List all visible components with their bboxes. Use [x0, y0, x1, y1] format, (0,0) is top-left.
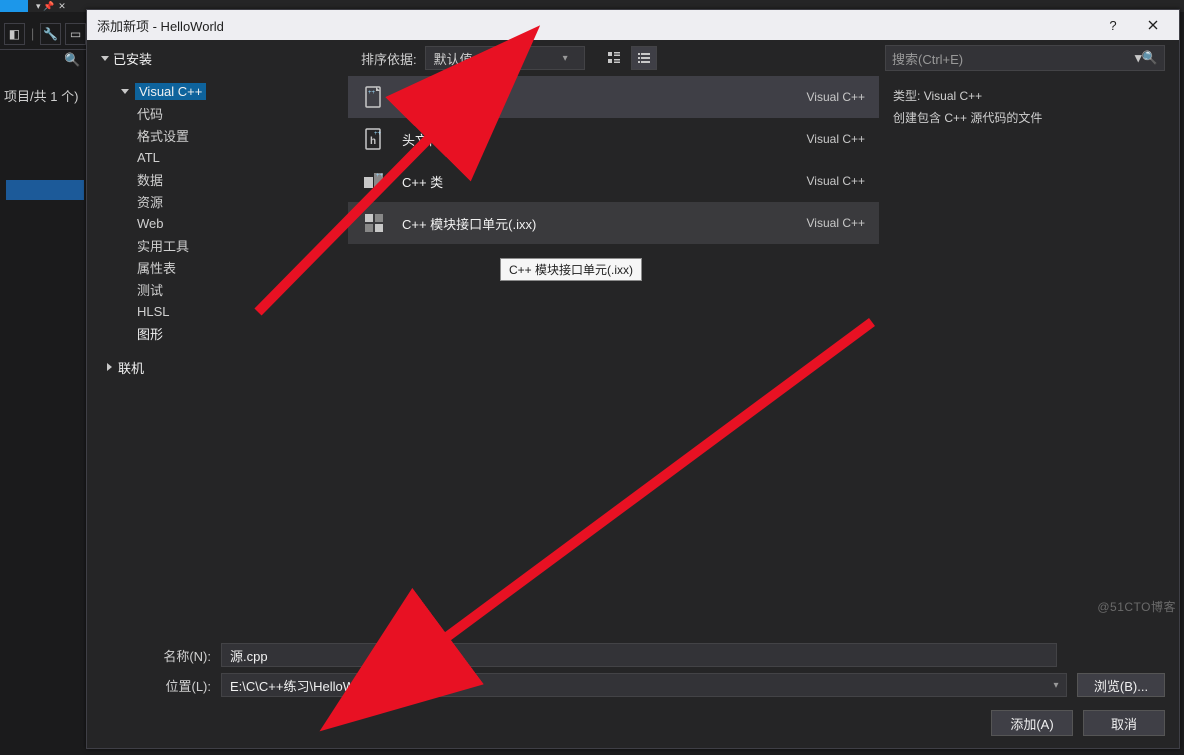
tree-child-9[interactable]: HLSL: [101, 300, 347, 322]
template-module-interface[interactable]: C++ 模块接口单元(.ixx) Visual C++: [348, 202, 879, 244]
template-lang: Visual C++: [807, 174, 865, 188]
cpp-file-icon: ++: [360, 83, 388, 111]
tree-child-3[interactable]: 数据: [101, 168, 347, 190]
tree-child-1[interactable]: 格式设置: [101, 124, 347, 146]
template-lang: Visual C++: [807, 90, 865, 104]
add-new-item-dialog: 添加新项 - HelloWorld ? 已安装 排序依据: 默认值 ▾: [86, 9, 1180, 749]
template-lang: Visual C++: [807, 132, 865, 146]
location-combo[interactable]: ▾: [221, 673, 1067, 697]
category-tree[interactable]: Visual C++ 代码 格式设置 ATL 数据 资源 Web 实用工具 属性…: [87, 76, 347, 632]
ide-active-tab[interactable]: [0, 0, 28, 12]
add-button[interactable]: 添加(A): [991, 710, 1073, 736]
sort-combo[interactable]: 默认值 ▾: [425, 46, 585, 70]
search-icon: 🔎▾: [1135, 50, 1158, 66]
search-placeholder: 搜索(Ctrl+E): [892, 49, 963, 68]
tool-minus-icon[interactable]: ▭: [65, 23, 86, 45]
tree-child-0[interactable]: 代码: [101, 102, 347, 124]
pin-icon[interactable]: ▾ 📌: [36, 0, 54, 12]
tree-graphics-label: 图形: [137, 324, 163, 343]
list-icon: [637, 51, 651, 65]
svg-text:++: ++: [368, 90, 376, 96]
ide-selection-stripe: [6, 180, 84, 200]
name-label: 名称(N):: [101, 646, 211, 665]
dialog-titlebar[interactable]: 添加新项 - HelloWorld ?: [87, 10, 1179, 40]
tree-visual-cpp[interactable]: Visual C++: [101, 80, 347, 102]
caret-down-icon: [121, 89, 129, 94]
dialog-title: 添加新项 - HelloWorld: [97, 16, 224, 35]
tool-left-icon[interactable]: ◧: [4, 23, 25, 45]
watermark: @51CTO博客: [1097, 598, 1176, 615]
template-name: 头文件(.h): [402, 130, 793, 149]
tree-graphics[interactable]: 图形: [101, 322, 347, 344]
tree-child-4[interactable]: 资源: [101, 190, 347, 212]
tree-child-5[interactable]: Web: [101, 212, 347, 234]
tree-child-7[interactable]: 属性表: [101, 256, 347, 278]
view-small-icons-button[interactable]: [631, 46, 657, 70]
tree-online-label: 联机: [118, 358, 144, 377]
dialog-bottom: 名称(N): 位置(L): ▾ 浏览(B)... 添加(A) 取消: [87, 632, 1179, 748]
template-cpp-file[interactable]: ++ C++ 文件(.cpp) Visual C++: [348, 76, 879, 118]
dialog-header-row: 已安装 排序依据: 默认值 ▾: [87, 40, 1179, 76]
tree-child-6[interactable]: 实用工具: [101, 234, 347, 256]
view-medium-icons-button[interactable]: [601, 46, 627, 70]
svg-text:++: ++: [376, 173, 384, 179]
grid-icon: [607, 51, 621, 65]
module-icon: [360, 209, 388, 237]
tree-visual-cpp-label: Visual C++: [135, 83, 206, 100]
chevron-down-icon: ▾: [563, 53, 568, 64]
tree-child-8[interactable]: 测试: [101, 278, 347, 300]
type-value: Visual C++: [924, 89, 982, 103]
svg-text:++: ++: [374, 131, 382, 137]
installed-label[interactable]: 已安装: [113, 49, 152, 68]
caret-right-icon: [107, 363, 112, 371]
template-name: C++ 类: [402, 172, 793, 191]
ide-search-icon[interactable]: 🔍: [64, 52, 80, 68]
tab-close-icon[interactable]: ✕: [58, 0, 66, 12]
ide-toolbar: ◧ | 🔧 ▭: [0, 18, 86, 50]
chevron-down-icon[interactable]: ▾: [1046, 680, 1066, 691]
template-lang: Visual C++: [807, 216, 865, 230]
name-input[interactable]: [221, 643, 1057, 667]
search-input[interactable]: 搜索(Ctrl+E) 🔎▾: [885, 45, 1165, 71]
sort-by-label: 排序依据:: [361, 49, 417, 68]
location-input[interactable]: [222, 674, 1046, 696]
type-description: 创建包含 C++ 源代码的文件: [893, 108, 1165, 130]
template-header-file[interactable]: h++ 头文件(.h) Visual C++: [348, 118, 879, 160]
help-button[interactable]: ?: [1093, 10, 1133, 40]
tree-online[interactable]: 联机: [101, 356, 347, 378]
sort-value: 默认值: [434, 49, 473, 68]
cancel-button[interactable]: 取消: [1083, 710, 1165, 736]
template-name: C++ 文件(.cpp): [402, 88, 793, 107]
template-details: 类型: Visual C++ 创建包含 C++ 源代码的文件: [879, 76, 1179, 632]
location-label: 位置(L):: [101, 676, 211, 695]
tool-wrench-icon[interactable]: 🔧: [40, 23, 61, 45]
template-tooltip: C++ 模块接口单元(.ixx): [500, 258, 642, 281]
dialog-main: Visual C++ 代码 格式设置 ATL 数据 资源 Web 实用工具 属性…: [87, 76, 1179, 632]
tool-sep: |: [31, 26, 34, 41]
installed-caret-icon[interactable]: [101, 56, 109, 61]
template-name: C++ 模块接口单元(.ixx): [402, 214, 793, 233]
svg-text:h: h: [370, 136, 376, 147]
header-file-icon: h++: [360, 125, 388, 153]
template-list[interactable]: ++ C++ 文件(.cpp) Visual C++ h++ 头文件(.h) V…: [347, 76, 879, 632]
tree-child-2[interactable]: ATL: [101, 146, 347, 168]
close-button[interactable]: [1133, 10, 1173, 40]
template-cpp-class[interactable]: ++ C++ 类 Visual C++: [348, 160, 879, 202]
ide-project-counter: 项目/共 1 个): [0, 86, 78, 105]
cpp-class-icon: ++: [360, 167, 388, 195]
browse-button[interactable]: 浏览(B)...: [1077, 673, 1165, 697]
type-label: 类型:: [893, 89, 920, 103]
close-icon: [1148, 20, 1158, 30]
